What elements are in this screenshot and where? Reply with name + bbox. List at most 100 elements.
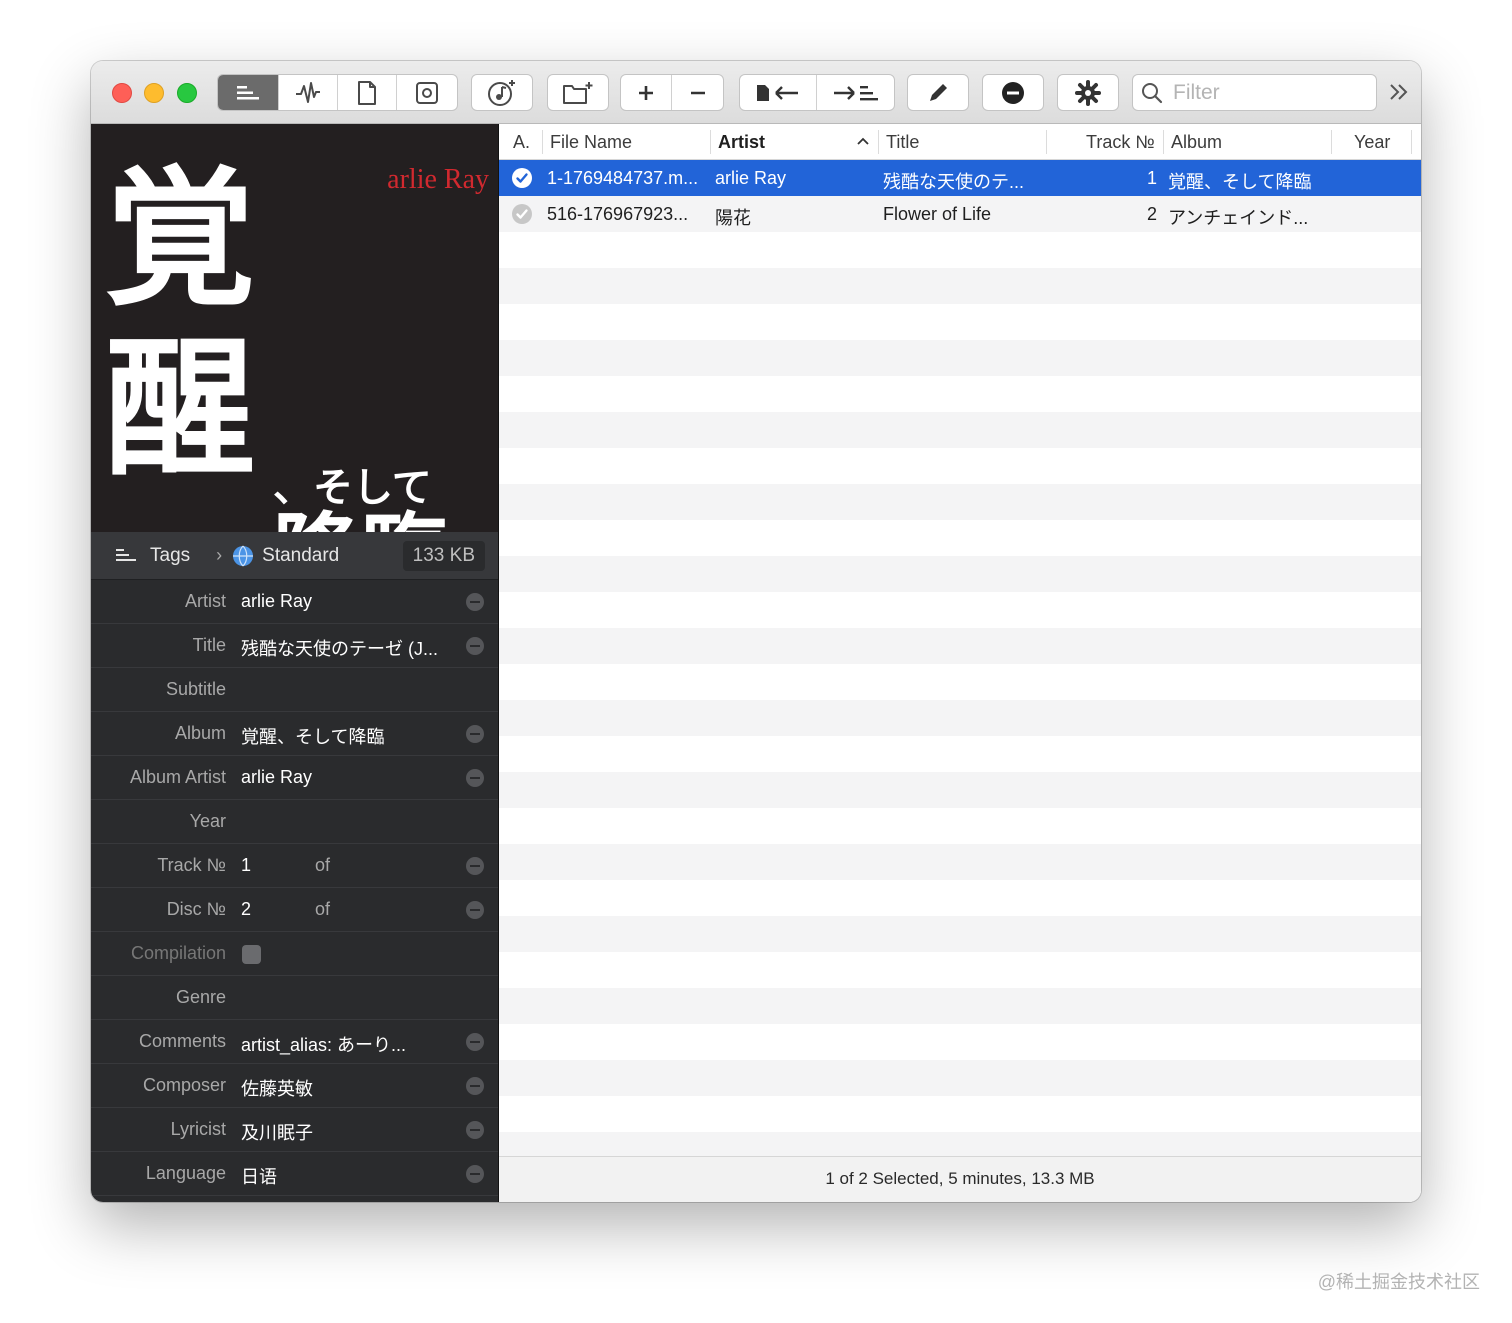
column-header-track[interactable]: Track № — [1086, 132, 1155, 153]
album-artist-field[interactable]: arlie Ray — [241, 767, 312, 788]
language-field[interactable]: 日语 — [241, 1163, 277, 1189]
add-to-music-button[interactable] — [472, 75, 532, 110]
remove-button[interactable] — [672, 75, 723, 110]
field-label: Compilation — [130, 943, 226, 963]
column-separator[interactable] — [1046, 130, 1047, 154]
remove-field-icon[interactable] — [466, 901, 484, 919]
artwork-kanji-2: 醒 — [105, 321, 256, 497]
remove-field-icon[interactable] — [466, 1077, 484, 1095]
remove-field-icon[interactable] — [466, 769, 484, 787]
column-header-title[interactable]: Title — [886, 132, 919, 153]
empty-row — [499, 1060, 1421, 1096]
track-number-field[interactable]: 1 — [241, 855, 251, 876]
tag-fields: Artist arlie Ray Title 残酷な天使のテーゼ (J... S… — [91, 580, 498, 1196]
column-header-a[interactable]: A. — [513, 132, 530, 153]
tag-editor-view-button[interactable] — [218, 75, 280, 110]
field-label: Composer — [142, 1075, 226, 1095]
column-separator[interactable] — [542, 130, 543, 154]
disc-number-field[interactable]: 2 — [241, 899, 251, 920]
table-row[interactable]: 516-176967923... 陽花 Flower of Life 2 アンチ… — [499, 196, 1421, 232]
remove-field-icon[interactable] — [466, 637, 484, 655]
watermark-text: @稀土掘金技术社区 — [1317, 1272, 1480, 1292]
compilation-checkbox[interactable] — [242, 945, 261, 964]
close-window-button[interactable] — [112, 83, 132, 103]
comments-field[interactable]: artist_alias: あーり... — [241, 1031, 406, 1057]
file-import-icon — [757, 84, 798, 101]
disc-view-button[interactable] — [397, 75, 457, 110]
artwork-artist-text: arlie Ray — [387, 164, 489, 195]
column-header-album[interactable]: Album — [1171, 132, 1222, 153]
field-label: Album Artist — [129, 767, 226, 787]
field-label: Comments — [138, 1031, 226, 1051]
disc-of-label: of — [315, 899, 331, 919]
filter-field[interactable] — [1132, 74, 1377, 111]
file-name-cell: 516-176967923... — [547, 204, 689, 224]
column-separator[interactable] — [1331, 130, 1332, 154]
album-field[interactable]: 覚醒、そして降臨 — [241, 723, 384, 749]
column-header-year[interactable]: Year — [1354, 132, 1390, 153]
field-row-year: Year — [91, 800, 498, 844]
field-row-album-artist: Album Artist arlie Ray — [91, 756, 498, 800]
column-header-file-name[interactable]: File Name — [550, 132, 632, 153]
column-separator[interactable] — [710, 130, 711, 154]
field-row-disc: Disc № 2 of — [91, 888, 498, 932]
tags-bar: Tags › Standard 133 KB — [91, 532, 498, 580]
tag-mode-selector[interactable]: Standard — [262, 545, 339, 567]
file-info-view-button[interactable] — [338, 75, 397, 110]
sort-ascending-icon — [857, 137, 869, 145]
field-row-comments: Comments artist_alias: あーり... — [91, 1020, 498, 1064]
empty-row — [499, 376, 1421, 412]
field-label: Title — [192, 635, 226, 655]
add-folder-button[interactable] — [548, 75, 608, 110]
filter-input[interactable] — [1171, 79, 1365, 106]
empty-row — [499, 700, 1421, 736]
zoom-window-button[interactable] — [177, 83, 197, 103]
add-button[interactable] — [621, 75, 673, 110]
add-remove-group — [620, 74, 724, 111]
field-label: Genre — [175, 987, 226, 1007]
column-separator[interactable] — [878, 130, 879, 154]
tags-label[interactable]: Tags — [150, 545, 190, 567]
empty-row — [499, 628, 1421, 664]
table-header: A. File Name Artist Title Track № Album … — [499, 124, 1421, 160]
column-header-artist[interactable]: Artist — [718, 132, 765, 153]
import-tags-button[interactable] — [740, 75, 817, 110]
title-field[interactable]: 残酷な天使のテーゼ (J... — [241, 635, 438, 661]
folder-plus-icon — [563, 81, 593, 104]
field-row-album: Album 覚醒、そして降臨 — [91, 712, 498, 756]
export-tags-button[interactable] — [817, 75, 894, 110]
edit-button[interactable] — [908, 75, 968, 110]
row-status-check — [512, 168, 532, 188]
remove-tag-button[interactable] — [983, 75, 1043, 110]
gear-icon — [1075, 79, 1101, 106]
album-artwork[interactable]: arlie Ray 覚 醒 、そして降臨 — [91, 124, 498, 532]
column-separator[interactable] — [1163, 130, 1164, 154]
remove-field-icon[interactable] — [466, 1165, 484, 1183]
minimize-window-button[interactable] — [144, 83, 164, 103]
column-separator[interactable] — [1411, 130, 1412, 154]
minus-circle-icon — [1002, 81, 1024, 104]
waveform-view-button[interactable] — [279, 75, 338, 110]
list-export-icon — [833, 85, 878, 100]
table-row[interactable]: 1-1769484737.m... arlie Ray 残酷な天使のテ... 1… — [499, 160, 1421, 196]
artwork-kanji-1: 覚 — [105, 151, 256, 327]
file-table: 1-1769484737.m... arlie Ray 残酷な天使のテ... 1… — [499, 160, 1421, 1156]
track-cell: 1 — [1146, 168, 1157, 188]
status-bar: 1 of 2 Selected, 5 minutes, 13.3 MB — [499, 1156, 1421, 1202]
remove-field-icon[interactable] — [466, 857, 484, 875]
artist-field[interactable]: arlie Ray — [241, 591, 312, 612]
field-label: Lyricist — [170, 1119, 226, 1139]
toolbar-overflow-button[interactable] — [1388, 81, 1410, 108]
settings-button[interactable] — [1058, 75, 1118, 110]
file-name-cell: 1-1769484737.m... — [547, 168, 699, 188]
lyricist-field[interactable]: 及川眠子 — [241, 1119, 313, 1145]
empty-row — [499, 268, 1421, 304]
remove-field-icon[interactable] — [466, 1121, 484, 1139]
remove-field-icon[interactable] — [466, 725, 484, 743]
composer-field[interactable]: 佐藤英敏 — [241, 1075, 313, 1101]
remove-field-icon[interactable] — [466, 1033, 484, 1051]
remove-field-icon[interactable] — [466, 593, 484, 611]
document-icon — [357, 80, 376, 105]
empty-row — [499, 340, 1421, 376]
album-cell: アンチェインド... — [1168, 208, 1309, 228]
